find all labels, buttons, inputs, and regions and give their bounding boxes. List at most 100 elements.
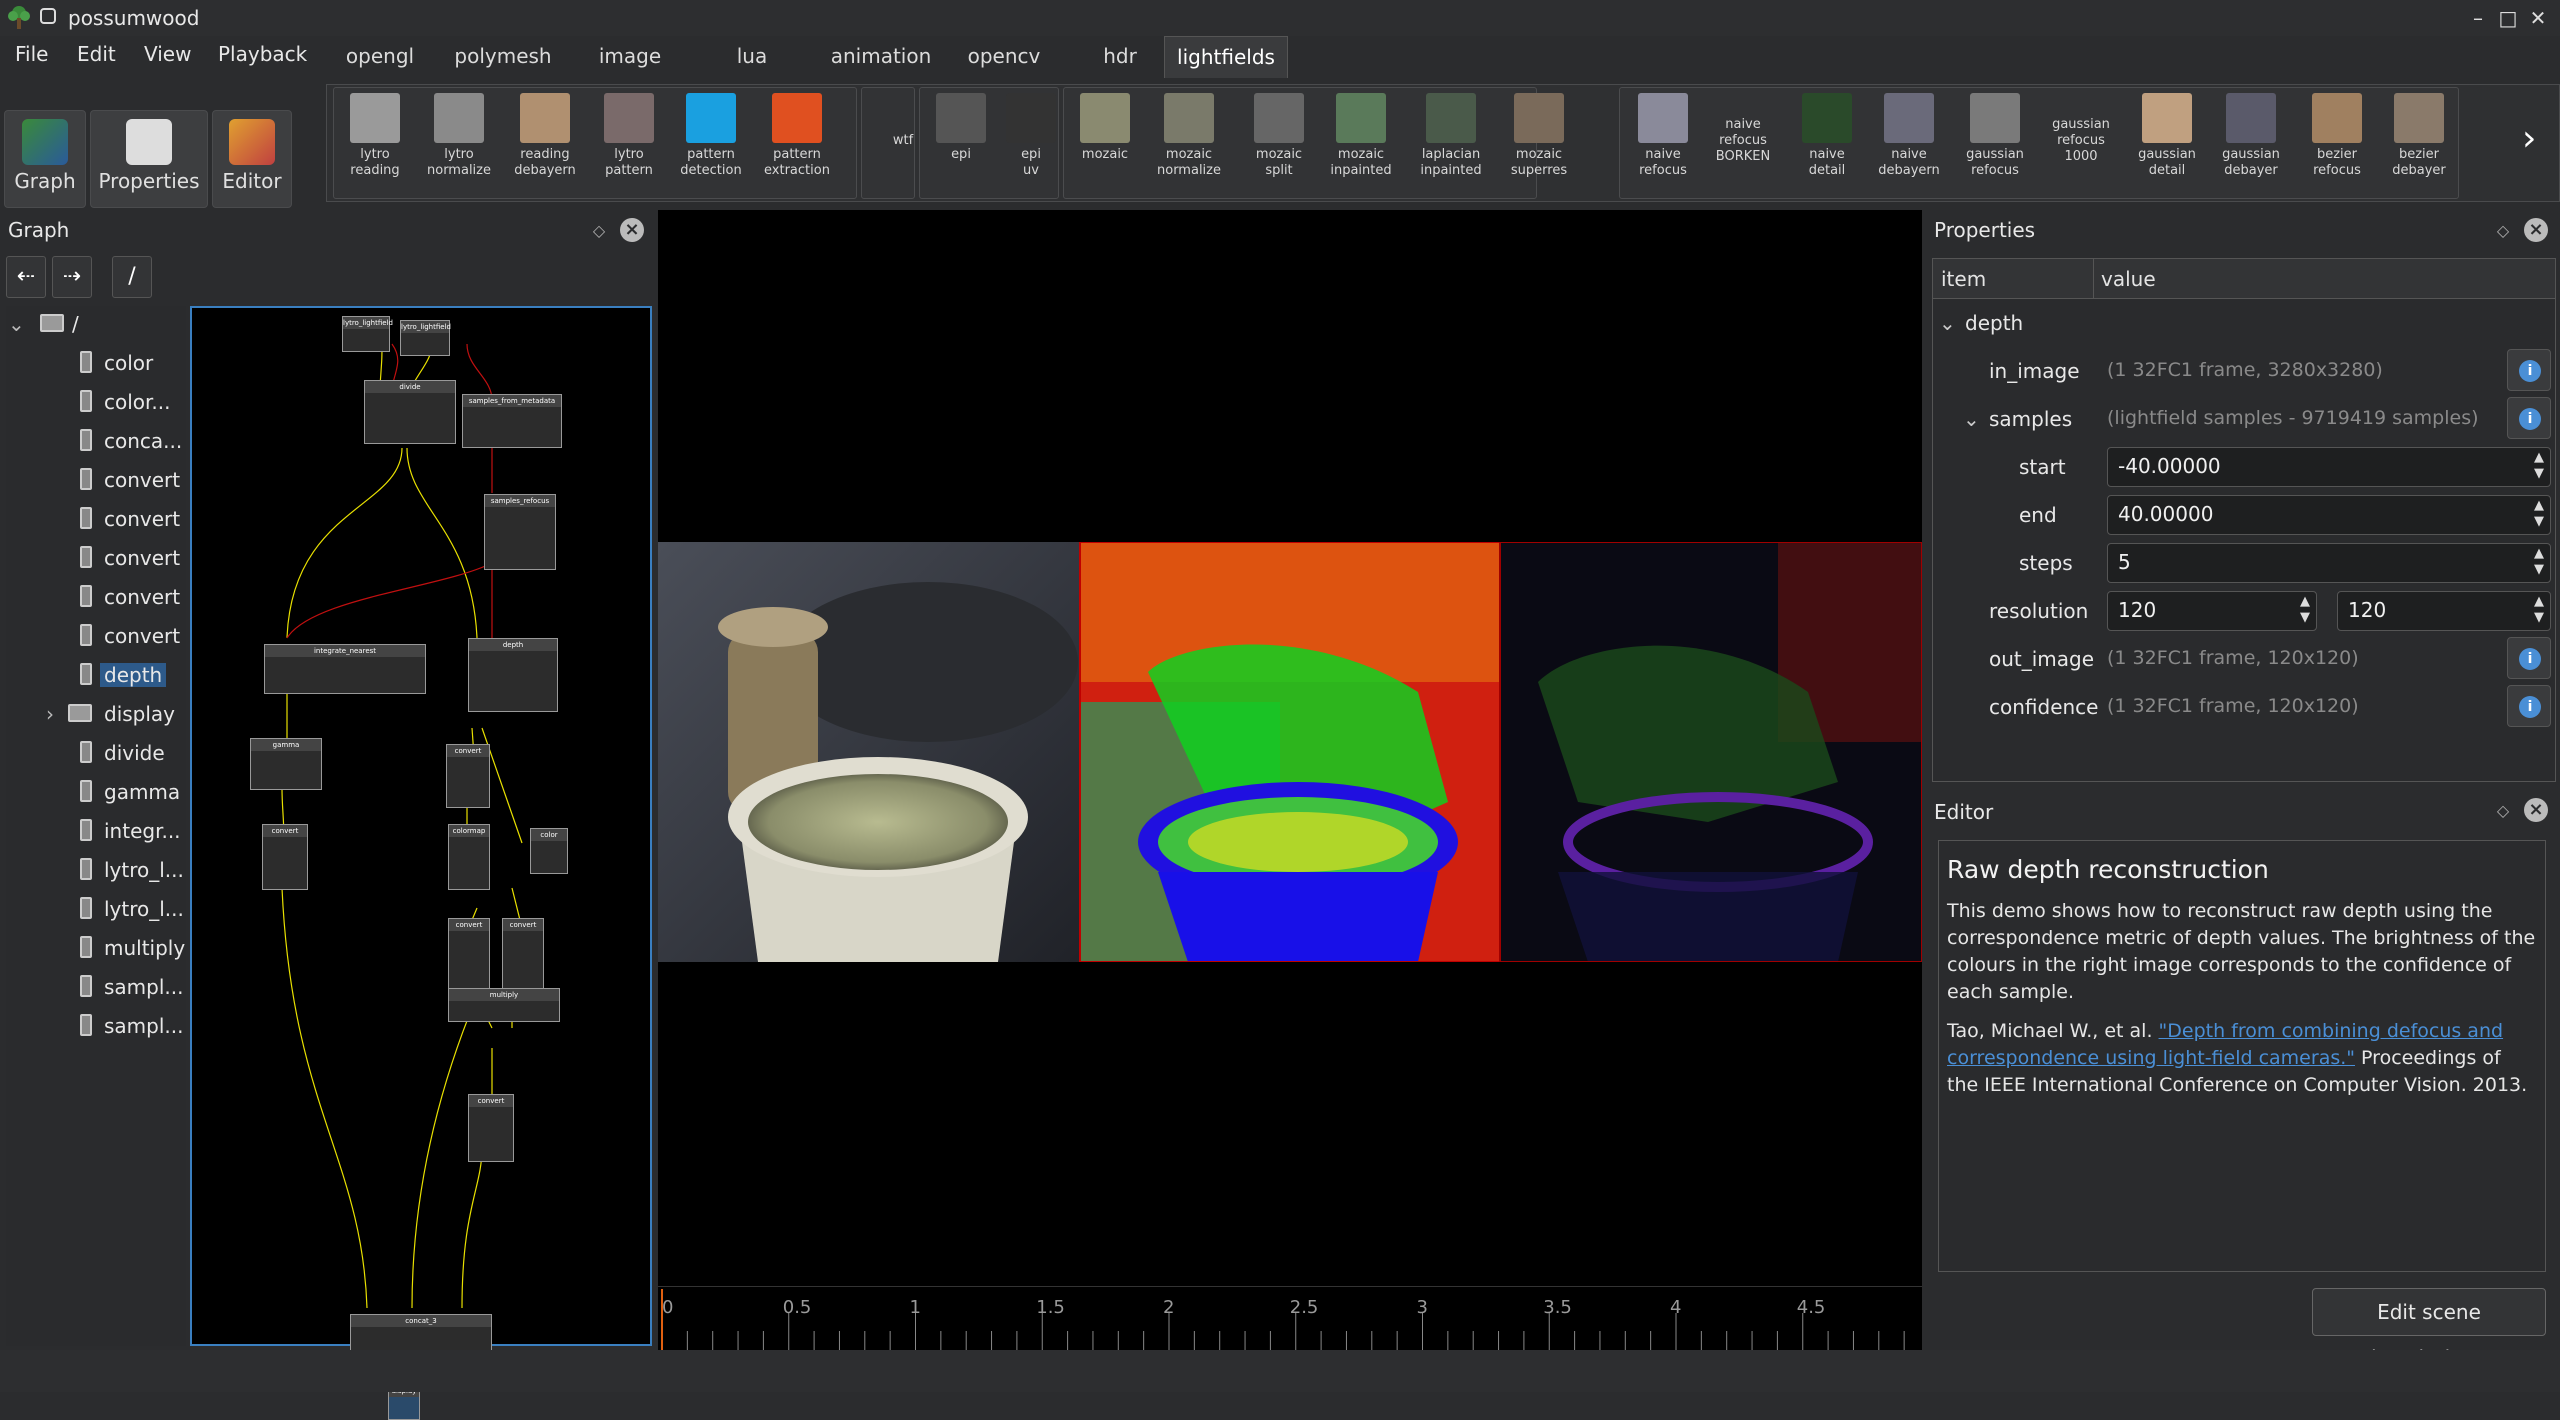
shelf-item[interactable]: mozaic [1065, 85, 1145, 197]
maximize-button[interactable]: □ [2494, 4, 2522, 32]
shelf-item[interactable]: lytro pattern [589, 85, 669, 197]
menu-file[interactable]: File [15, 42, 48, 66]
shelf-item[interactable]: naive refocus [1623, 85, 1703, 197]
menu-edit[interactable]: Edit [77, 42, 116, 66]
start-spinbox[interactable]: -40.00000 ▲ ▼ [2107, 447, 2551, 487]
graph-dock-icon[interactable]: ◇ [588, 220, 610, 242]
confidence-info-button[interactable]: i [2507, 685, 2551, 727]
graph-node[interactable]: samples_from_metadata [462, 394, 562, 448]
shelf-item[interactable]: naive refocus BORKEN [1703, 85, 1783, 197]
viewport[interactable] [658, 210, 1922, 1304]
tab-lightfields[interactable]: lightfields [1164, 36, 1288, 78]
samples-info-button[interactable]: i [2507, 397, 2551, 439]
tree-item[interactable]: integr... [6, 813, 186, 849]
minimize-button[interactable]: – [2464, 4, 2492, 32]
graph-node[interactable]: convert [448, 918, 490, 990]
graph-button[interactable]: Graph [4, 110, 86, 208]
collapse-icon[interactable]: ⌄ [8, 312, 25, 336]
forward-button[interactable]: ⇢ [52, 256, 92, 298]
shelf-item[interactable]: gaussian refocus 1000 [2041, 85, 2121, 197]
shelf-item[interactable]: bezier debayer [2379, 85, 2459, 197]
graph-node[interactable]: samples_refocus [484, 494, 556, 570]
tree-item[interactable]: ⌄ / [6, 306, 186, 342]
shelf-item[interactable]: lytro normalize [419, 85, 499, 197]
shelf-item[interactable]: reading debayern [505, 85, 585, 197]
tab-polymesh[interactable]: polymesh [438, 36, 568, 78]
graph-node[interactable]: lytro_lightfield [400, 320, 451, 356]
tree-item[interactable]: convert [6, 579, 186, 615]
shelf-item[interactable]: gaussian debayer [2211, 85, 2291, 197]
editor-dock-icon[interactable]: ◇ [2492, 800, 2514, 822]
graph-node[interactable]: convert [446, 744, 490, 808]
spin-arrows-icon[interactable]: ▲ ▼ [2534, 594, 2544, 626]
node-graph-canvas[interactable]: lytro_lightfield lytro_lightfield divide sa… [190, 306, 652, 1420]
end-spinbox[interactable]: 40.00000 ▲ ▼ [2107, 495, 2551, 535]
tree-item[interactable]: gamma [6, 774, 186, 810]
shelf-item[interactable]: pattern detection [671, 85, 751, 197]
shelf-item[interactable]: gaussian detail [2127, 85, 2207, 197]
tree-item[interactable]: sampl... [6, 1008, 186, 1044]
expand-icon[interactable]: › [46, 702, 54, 726]
tree-item[interactable]: multiply [6, 930, 186, 966]
tab-lua[interactable]: lua [692, 36, 812, 78]
tree-item[interactable]: convert [6, 618, 186, 654]
properties-dock-icon[interactable]: ◇ [2492, 220, 2514, 242]
tree-item[interactable]: depth [6, 657, 186, 693]
tree-item[interactable]: conca... [6, 423, 186, 459]
graph-node[interactable]: depth [468, 638, 558, 712]
tab-opengl[interactable]: opengl [326, 36, 434, 78]
in-image-info-button[interactable]: i [2507, 349, 2551, 391]
spin-arrows-icon[interactable]: ▲ ▼ [2534, 546, 2544, 578]
editor-close-icon[interactable]: × [2524, 798, 2548, 822]
prop-depth-row[interactable]: ⌄ depth [1933, 299, 2553, 345]
resolution-y-spinbox[interactable]: 120 ▲ ▼ [2337, 591, 2551, 631]
resolution-x-spinbox[interactable]: 120 ▲ ▼ [2107, 591, 2317, 631]
path-button[interactable]: / [112, 256, 152, 298]
shelf-item[interactable]: naive detail [1787, 85, 1867, 197]
editor-button[interactable]: Editor [212, 110, 292, 208]
graph-node[interactable]: lytro_lightfield [342, 316, 393, 352]
shelf-item[interactable]: laplacian inpainted [1411, 85, 1491, 197]
tab-animation[interactable]: animation [816, 36, 946, 78]
menu-playback[interactable]: Playback [218, 42, 307, 66]
close-button[interactable]: ✕ [2524, 4, 2552, 32]
tree-item[interactable]: convert [6, 462, 186, 498]
tab-image[interactable]: image [574, 36, 686, 78]
tree-item[interactable]: color [6, 345, 186, 381]
tab-hdr[interactable]: hdr [1064, 36, 1176, 78]
graph-node[interactable]: colormap [448, 824, 490, 890]
graph-node[interactable]: convert [468, 1094, 514, 1162]
properties-close-icon[interactable]: × [2524, 218, 2548, 242]
graph-node[interactable]: multiply [448, 988, 560, 1022]
shelf-item[interactable]: lytro reading [335, 85, 415, 197]
shelf-item[interactable]: mozaic superres [1499, 85, 1579, 197]
shelf-item[interactable]: mozaic inpainted [1321, 85, 1401, 197]
graph-close-icon[interactable]: × [620, 218, 644, 242]
spin-arrows-icon[interactable]: ▲ ▼ [2300, 594, 2310, 626]
shelf-item[interactable]: gaussian refocus [1955, 85, 2035, 197]
timeline[interactable]: 0 0.5 1 1.5 2 2.5 3 3.5 4 4.5 [658, 1286, 1922, 1351]
tree-item[interactable]: divide [6, 735, 186, 771]
shelf-item[interactable]: epi [921, 85, 1001, 197]
collapse-icon[interactable]: ⌄ [1939, 311, 1956, 335]
shelf-item[interactable]: mozaic split [1239, 85, 1319, 197]
shelf-scroll-right-icon[interactable]: › [2522, 118, 2536, 159]
graph-node[interactable]: color [530, 828, 568, 874]
shelf-item[interactable]: mozaic normalize [1149, 85, 1229, 197]
graph-node[interactable]: convert [502, 918, 544, 990]
menu-view[interactable]: View [144, 42, 191, 66]
shelf-item[interactable]: bezier refocus [2297, 85, 2377, 197]
collapse-icon[interactable]: ⌄ [1963, 407, 1980, 431]
tree-item[interactable]: color... [6, 384, 186, 420]
graph-node[interactable]: integrate_nearest [264, 644, 426, 694]
out-image-info-button[interactable]: i [2507, 637, 2551, 679]
graph-node[interactable]: divide [364, 380, 456, 444]
tab-opencv[interactable]: opencv [948, 36, 1060, 78]
shelf-item[interactable]: epi uv [991, 85, 1071, 197]
spin-arrows-icon[interactable]: ▲ ▼ [2534, 498, 2544, 530]
shelf-item[interactable]: pattern extraction [757, 85, 837, 197]
graph-node[interactable]: convert [262, 824, 308, 890]
tree-item[interactable]: lytro_l... [6, 852, 186, 888]
graph-node[interactable]: gamma [250, 738, 322, 790]
tree-item[interactable]: convert [6, 501, 186, 537]
